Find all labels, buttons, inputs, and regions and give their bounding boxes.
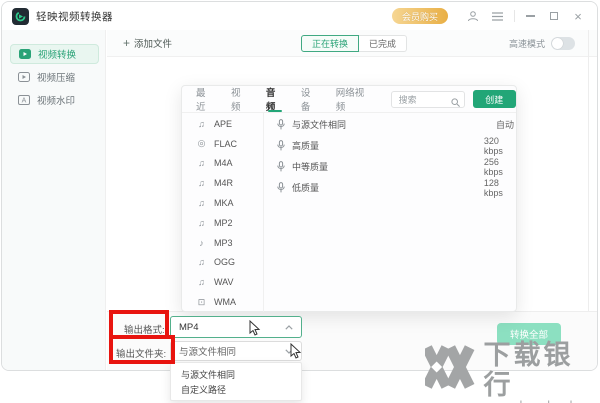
folder-option-same-as-source[interactable]: 与源文件相同 — [171, 367, 301, 381]
audio-format-icon: ♫ — [198, 178, 205, 189]
format-item-flac[interactable]: ◎ FLAC — [182, 134, 263, 154]
speed-mode-label: 高速模式 — [508, 39, 545, 49]
format-item-ogg[interactable]: ♫ OGG — [182, 253, 263, 273]
audio-format-icon: ⊡ — [197, 296, 206, 307]
panel-tab-device[interactable]: 设备 — [301, 86, 319, 113]
output-format-select[interactable]: MP4 — [170, 316, 302, 338]
output-format-panel: 最近 视频 音频 设备 网络视频 创建 ♫APE ◎FLAC ♫M4A ♫M4R — [181, 85, 517, 312]
plus-icon: + — [123, 36, 131, 50]
sidebar: 视频转换 视频压缩 A 视频水印 — [2, 30, 106, 370]
format-panel-body: ♫ APE ◎ FLAC ♫ M4A ♫ M4R ♫ MKA ♫ MP2 ♪ MP3 ♫ OGG… — [182, 113, 516, 312]
search-icon — [451, 94, 460, 112]
audio-format-icon: ♫ — [198, 217, 205, 228]
format-item-m4r[interactable]: ♫ M4R — [182, 173, 263, 193]
output-folder-value: 与源文件相同 — [179, 347, 237, 358]
watermark: 下载银行 www.downbank.cn — [425, 340, 600, 403]
folder-option-custom-path[interactable]: 自定义路径 — [171, 382, 301, 396]
audio-format-icon: ♫ — [198, 198, 205, 209]
quality-item-same-as-source[interactable]: 与源文件相同 自动 — [264, 114, 516, 135]
microphone-icon — [277, 182, 285, 193]
sidebar-item-label: 视频压缩 — [37, 73, 76, 84]
titlebar-divider — [514, 10, 515, 22]
panel-tab-recent[interactable]: 最近 — [196, 86, 214, 113]
speed-mode-toggle[interactable] — [551, 37, 575, 50]
format-panel-tabs: 最近 视频 音频 设备 网络视频 创建 — [182, 86, 516, 113]
menu-icon[interactable] — [488, 7, 506, 25]
title-bar: 轻映视频转换器 会员购买 × — [2, 2, 597, 30]
format-item-wma[interactable]: ⊡ WMA — [182, 292, 263, 312]
chevron-up-icon — [285, 324, 293, 330]
quality-item-high[interactable]: 高质量 320 kbps — [264, 135, 516, 156]
add-file-label: 添加文件 — [134, 39, 173, 50]
sidebar-item-label: 视频水印 — [37, 96, 76, 107]
audio-format-icon: ◎ — [197, 138, 206, 149]
panel-tab-web-video[interactable]: 网络视频 — [336, 86, 372, 113]
sidebar-item-video-convert[interactable]: 视频转换 — [10, 44, 99, 64]
audio-format-icon: ♫ — [198, 158, 205, 169]
output-folder-select[interactable]: 与源文件相同 — [170, 341, 302, 361]
panel-tab-video[interactable]: 视频 — [231, 86, 249, 113]
svg-text:A: A — [22, 98, 27, 105]
sidebar-item-video-compress[interactable]: 视频压缩 — [10, 67, 99, 87]
microphone-icon — [277, 140, 285, 151]
audio-format-icon: ♪ — [199, 237, 204, 248]
scrollbar[interactable] — [588, 30, 589, 311]
microphone-icon — [277, 161, 285, 172]
user-account-icon[interactable] — [464, 7, 482, 25]
annotation-box-output-folder — [109, 335, 175, 364]
output-folder-dropdown: 与源文件相同 自定义路径 — [170, 362, 302, 401]
format-item-wav[interactable]: ♫ WAV — [182, 272, 263, 292]
speed-mode-group: 高速模式 — [509, 30, 575, 57]
minimize-button[interactable] — [521, 7, 539, 25]
audio-format-icon: ♫ — [198, 257, 205, 268]
format-item-mp2[interactable]: ♫ MP2 — [182, 213, 263, 233]
app-title: 轻映视频转换器 — [36, 10, 113, 23]
vip-purchase-button[interactable]: 会员购买 — [391, 8, 448, 24]
quality-list: 与源文件相同 自动 高质量 320 kbps 中等质量 256 kbps 低质量… — [264, 113, 516, 312]
create-button[interactable]: 创建 — [472, 90, 516, 108]
audio-format-icon: ♫ — [198, 118, 205, 129]
output-format-value: MP4 — [179, 321, 199, 333]
maximize-button[interactable] — [545, 7, 563, 25]
video-convert-icon — [19, 48, 31, 60]
video-watermark-icon: A — [18, 94, 30, 106]
quality-item-medium[interactable]: 中等质量 256 kbps — [264, 156, 516, 177]
quality-item-low[interactable]: 低质量 128 kbps — [264, 177, 516, 198]
page: 轻映视频转换器 会员购买 × 视频转换 视频压缩 A 视频水印 + 添加文件 正… — [0, 0, 600, 403]
convert-status-tabs: 正在转换 已完成 — [301, 35, 408, 52]
watermark-title: 下载银行 — [483, 340, 574, 400]
sidebar-item-video-watermark[interactable]: A 视频水印 — [10, 90, 99, 110]
format-item-mp3[interactable]: ♪ MP3 — [182, 233, 263, 253]
downbank-logo-icon — [425, 345, 475, 389]
mouse-cursor — [249, 320, 261, 336]
format-item-ape[interactable]: ♫ APE — [182, 114, 263, 134]
video-compress-icon — [18, 71, 30, 83]
sidebar-item-label: 视频转换 — [38, 50, 77, 61]
main-toolbar: + 添加文件 正在转换 已完成 高速模式 — [107, 30, 597, 57]
watermark-url: www.downbank.cn — [483, 399, 600, 403]
panel-tab-audio[interactable]: 音频 — [266, 86, 284, 113]
microphone-icon — [277, 119, 285, 130]
watermark-text: 下载银行 www.downbank.cn — [483, 340, 600, 403]
app-logo-icon — [12, 7, 29, 25]
format-item-m4a[interactable]: ♫ M4A — [182, 154, 263, 174]
tab-completed[interactable]: 已完成 — [359, 35, 408, 52]
format-list: ♫ APE ◎ FLAC ♫ M4A ♫ M4R ♫ MKA ♫ MP2 ♪ MP3 ♫ OGG… — [182, 113, 264, 312]
mouse-cursor — [290, 343, 302, 359]
add-file-button[interactable]: + 添加文件 — [123, 36, 172, 50]
close-button[interactable]: × — [569, 7, 587, 25]
search-box — [389, 90, 465, 109]
format-item-mka[interactable]: ♫ MKA — [182, 193, 263, 213]
tab-converting[interactable]: 正在转换 — [301, 35, 360, 52]
audio-format-icon: ♫ — [198, 277, 205, 288]
